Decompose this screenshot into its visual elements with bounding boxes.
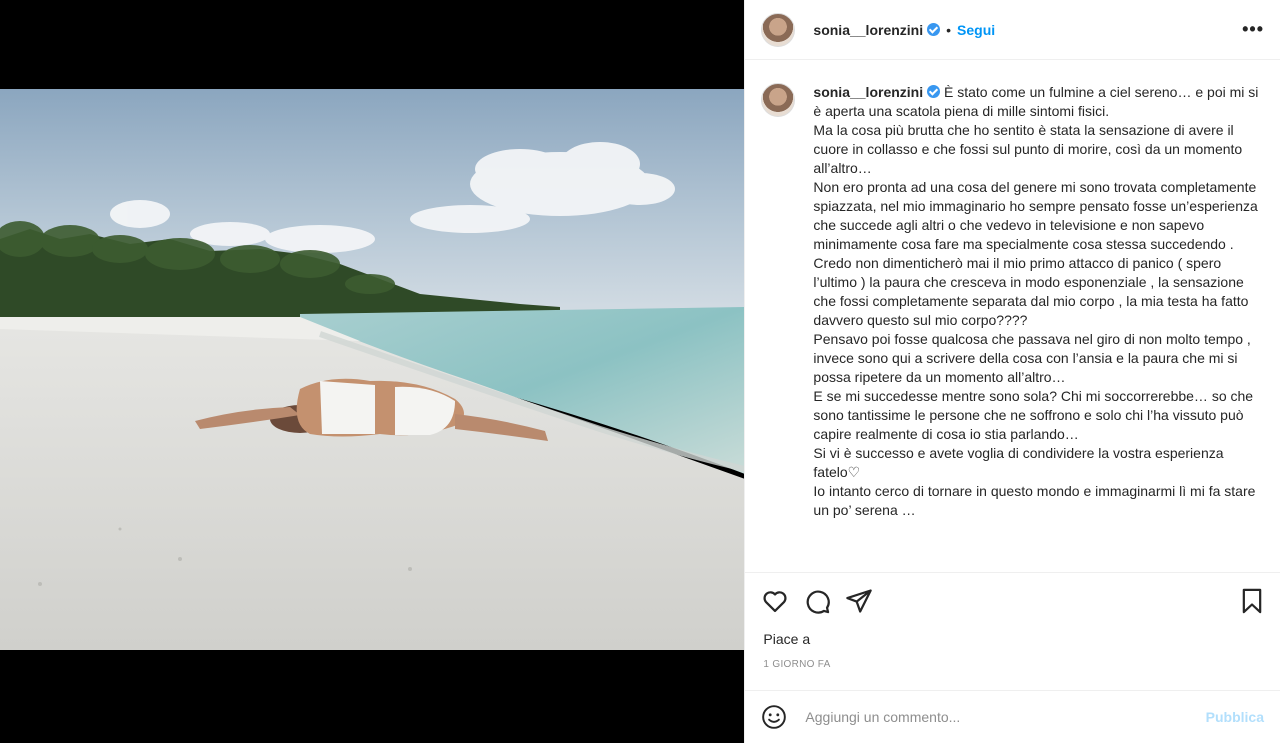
verified-badge-icon: [927, 85, 941, 98]
post-timestamp[interactable]: 1 GIORNO FA: [763, 659, 830, 670]
action-bar: [745, 572, 1280, 628]
caption-line: E se mi succedesse mentre sono sola? Chi…: [813, 388, 1257, 442]
post-container: sonia__lorenzini • Segui ••• sonia__lore…: [0, 0, 1280, 743]
caption-line: Credo non dimenticherò mai il mio primo …: [813, 255, 1253, 328]
more-options-icon[interactable]: •••: [1242, 19, 1264, 40]
caption-username[interactable]: sonia__lorenzini: [813, 84, 923, 100]
comment-bar: Pubblica: [745, 690, 1280, 743]
bookmark-icon[interactable]: [1238, 587, 1266, 615]
publish-button[interactable]: Pubblica: [1206, 709, 1264, 725]
caption-text: sonia__lorenzini È stato come un fulmine…: [813, 73, 1261, 563]
beach-photo[interactable]: [0, 89, 745, 650]
avatar[interactable]: [761, 12, 796, 47]
header-username[interactable]: sonia__lorenzini: [813, 22, 923, 38]
verified-badge-icon: [927, 23, 941, 36]
caption-avatar[interactable]: [761, 83, 796, 117]
follow-button[interactable]: Segui: [957, 22, 995, 38]
emoji-icon[interactable]: [761, 704, 787, 730]
post-media[interactable]: [0, 0, 745, 743]
comment-icon[interactable]: [803, 587, 831, 615]
caption-line: Io intanto cerco di tornare in questo mo…: [813, 483, 1260, 518]
caption-line: Pensavo poi fosse qualcosa che passava n…: [813, 331, 1255, 385]
post-header: sonia__lorenzini • Segui •••: [745, 0, 1280, 60]
separator-dot: •: [946, 21, 952, 38]
likes-text[interactable]: Piace a: [763, 631, 810, 647]
post-sidebar: sonia__lorenzini • Segui ••• sonia__lore…: [744, 0, 1280, 743]
caption-line: Non ero pronta ad una cosa del genere mi…: [813, 179, 1262, 252]
caption-line: Si vi è successo e avete voglia di condi…: [813, 445, 1228, 480]
heart-icon[interactable]: [761, 587, 789, 615]
caption-section: sonia__lorenzini È stato come un fulmine…: [761, 73, 1264, 563]
comment-input[interactable]: [803, 708, 1206, 726]
caption-line: Ma la cosa più brutta che ho sentito è s…: [813, 122, 1247, 176]
share-icon[interactable]: [845, 587, 873, 615]
